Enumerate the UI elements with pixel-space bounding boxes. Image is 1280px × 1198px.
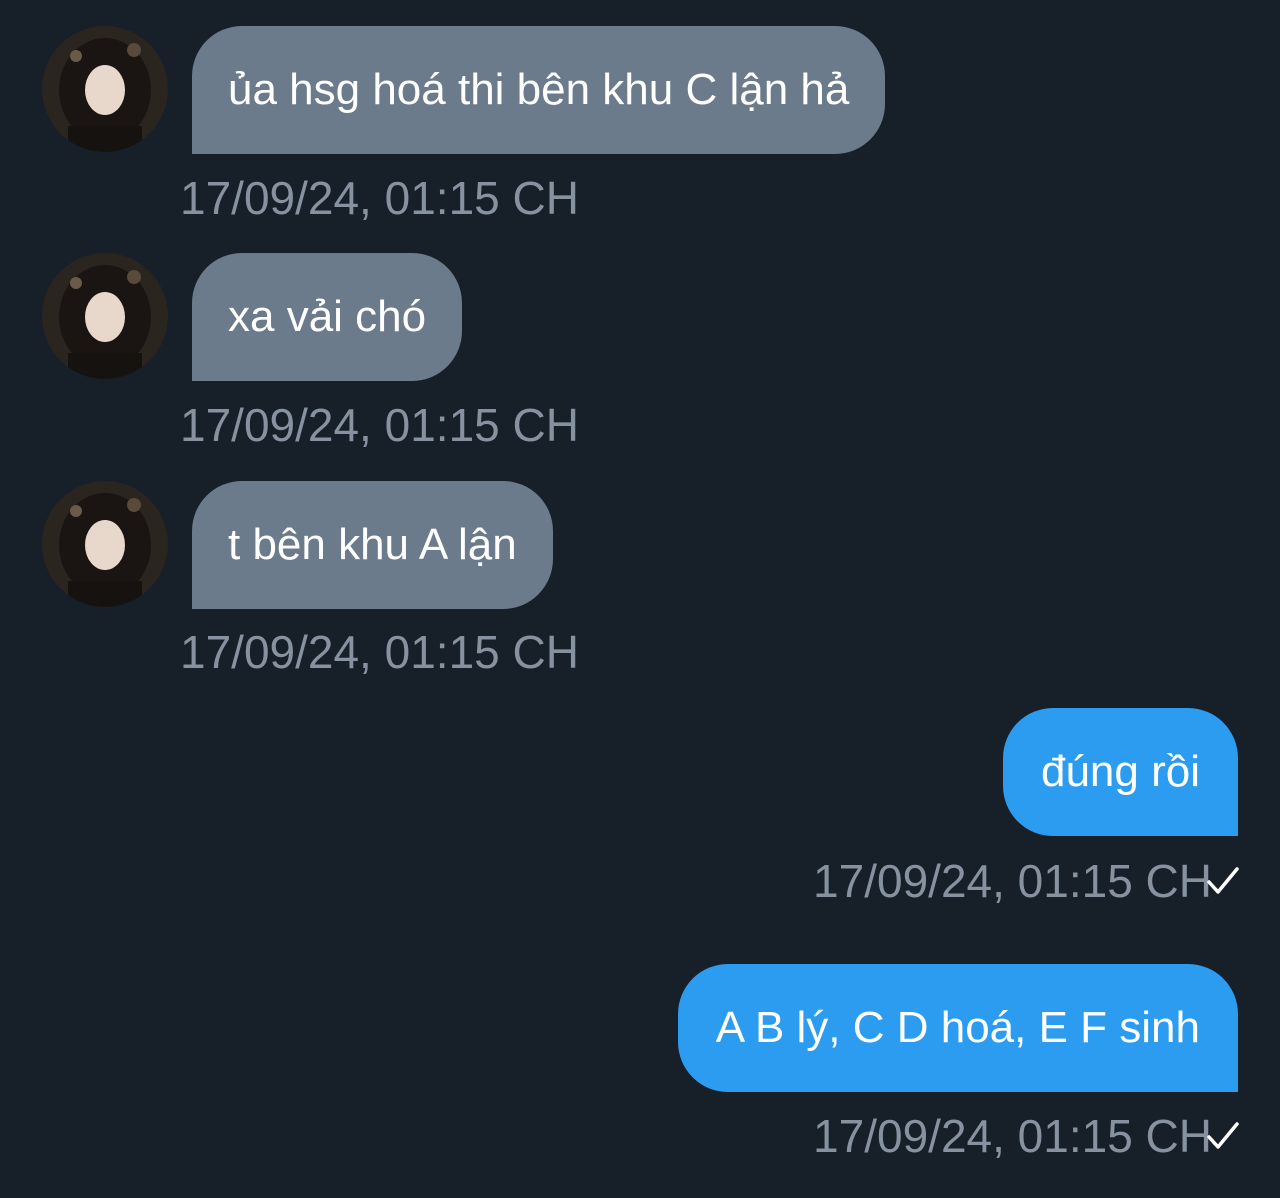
message-bubble-outgoing[interactable]: A B lý, C D hoá, E F sinh	[677, 964, 1238, 1092]
chat-screen: ủa hsg hoá thi bên khu C lận hả 17/09/24…	[0, 0, 1280, 1198]
message-timestamp: 17/09/24, 01:15 CH	[180, 399, 579, 451]
message-timestamp: 17/09/24, 01:15 CH	[813, 855, 1212, 907]
message-timestamp: 17/09/24, 01:15 CH	[180, 172, 579, 224]
message-text: xa vải chó	[228, 292, 427, 341]
message-text: ủa hsg hoá thi bên khu C lận hả	[228, 65, 850, 114]
check-icon	[1207, 1122, 1239, 1149]
message-text: A B lý, C D hoá, E F sinh	[715, 1003, 1200, 1052]
contact-avatar[interactable]	[42, 253, 168, 379]
avatar-photo-icon	[42, 481, 168, 607]
message-bubble-outgoing[interactable]: đúng rồi	[1002, 708, 1238, 836]
message-bubble-incoming[interactable]: ủa hsg hoá thi bên khu C lận hả	[192, 26, 886, 154]
message-text: t bên khu A lận	[228, 520, 517, 569]
check-icon	[1207, 867, 1239, 894]
message-timestamp: 17/09/24, 01:15 CH	[180, 626, 579, 678]
message-text: đúng rồi	[1040, 747, 1200, 796]
message-timestamp: 17/09/24, 01:15 CH	[813, 1110, 1212, 1162]
message-bubble-incoming[interactable]: t bên khu A lận	[192, 481, 553, 609]
contact-avatar[interactable]	[42, 26, 168, 152]
avatar-photo-icon	[42, 253, 168, 379]
avatar-photo-icon	[42, 26, 168, 152]
message-bubble-incoming[interactable]: xa vải chó	[192, 253, 463, 381]
contact-avatar[interactable]	[42, 481, 168, 607]
